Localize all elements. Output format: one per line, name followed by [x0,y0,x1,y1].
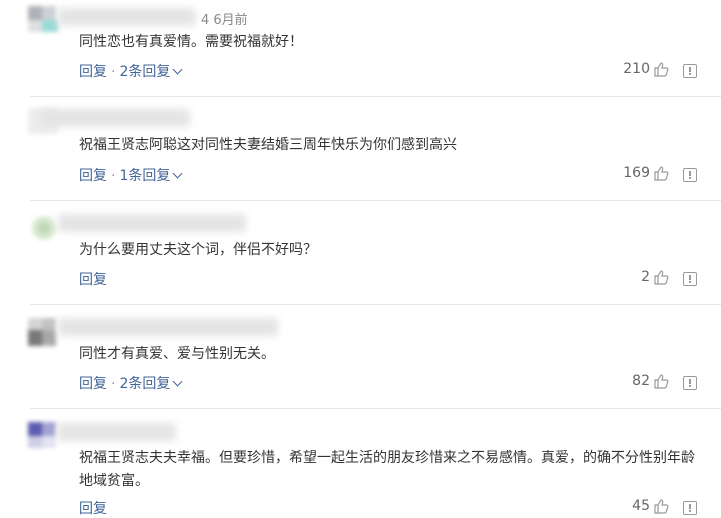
username-blurred[interactable] [58,318,278,336]
like-button[interactable]: 45 [632,498,669,514]
chevron-down-icon [172,64,183,75]
report-icon[interactable] [683,272,697,286]
report-icon[interactable] [683,64,697,78]
comment-text: 为什么要用丈夫这个词，伴侣不好吗？ [79,242,317,258]
divider [30,96,721,97]
username-blurred[interactable] [58,8,196,26]
view-replies-button[interactable]: 2条回复 [119,376,183,392]
comment-actions: 回复 [79,498,107,518]
thumb-up-icon [654,166,669,181]
like-count: 210 [623,61,650,77]
username-blurred[interactable] [40,109,190,127]
reply-button[interactable]: 回复 [79,64,107,80]
comment-text: 祝福王贤志阿聪这对同性夫妻结婚三周年快乐为你们感到高兴 [79,137,457,153]
view-replies-button[interactable]: 2条回复 [119,64,183,80]
reply-button[interactable]: 回复 [79,272,107,288]
like-button[interactable]: 169 [623,165,669,181]
divider [30,200,721,201]
comment-actions: 回复 [79,269,107,289]
report-icon[interactable] [683,376,697,390]
thumb-up-icon [654,62,669,77]
comment-text: 同性恋也有真爱情。需要祝福就好！ [79,34,303,50]
thumb-up-icon [654,499,669,514]
view-replies-button[interactable]: 1条回复 [119,168,183,184]
comment-text: 祝福王贤志夫夫幸福。但要珍惜，希望一起生活的朋友珍惜来之不易感情。真爱，的确不分… [79,450,695,489]
comment-text: 同性才有真爱、爱与性别无关。 [79,346,275,362]
reply-button[interactable]: 回复 [79,501,107,517]
view-replies-label: 2条回复 [119,376,171,392]
comment-actions: 回复 · 2条回复 [79,61,183,81]
separator-dot: · [111,376,116,392]
view-replies-label: 2条回复 [119,64,171,80]
view-replies-label: 1条回复 [119,168,171,184]
username-blurred[interactable] [58,214,246,232]
chevron-down-icon [172,168,183,179]
chevron-down-icon [172,376,183,387]
comment-actions: 回复 · 1条回复 [79,165,183,185]
reply-button[interactable]: 回复 [79,376,107,392]
like-button[interactable]: 82 [632,373,669,389]
comment-time: 4 6月前 [201,13,248,28]
like-count: 169 [623,165,650,181]
username-blurred[interactable] [58,423,176,441]
report-icon[interactable] [683,168,697,182]
like-button[interactable]: 2 [641,269,669,285]
like-count: 2 [641,269,650,285]
separator-dot: · [111,64,116,80]
separator-dot: · [111,168,116,184]
thumb-up-icon [654,374,669,389]
like-count: 82 [632,373,650,389]
report-icon[interactable] [683,501,697,515]
divider [30,408,721,409]
like-button[interactable]: 210 [623,61,669,77]
thumb-up-icon [654,270,669,285]
like-count: 45 [632,498,650,514]
comment-actions: 回复 · 2条回复 [79,373,183,393]
divider [30,304,721,305]
reply-button[interactable]: 回复 [79,168,107,184]
